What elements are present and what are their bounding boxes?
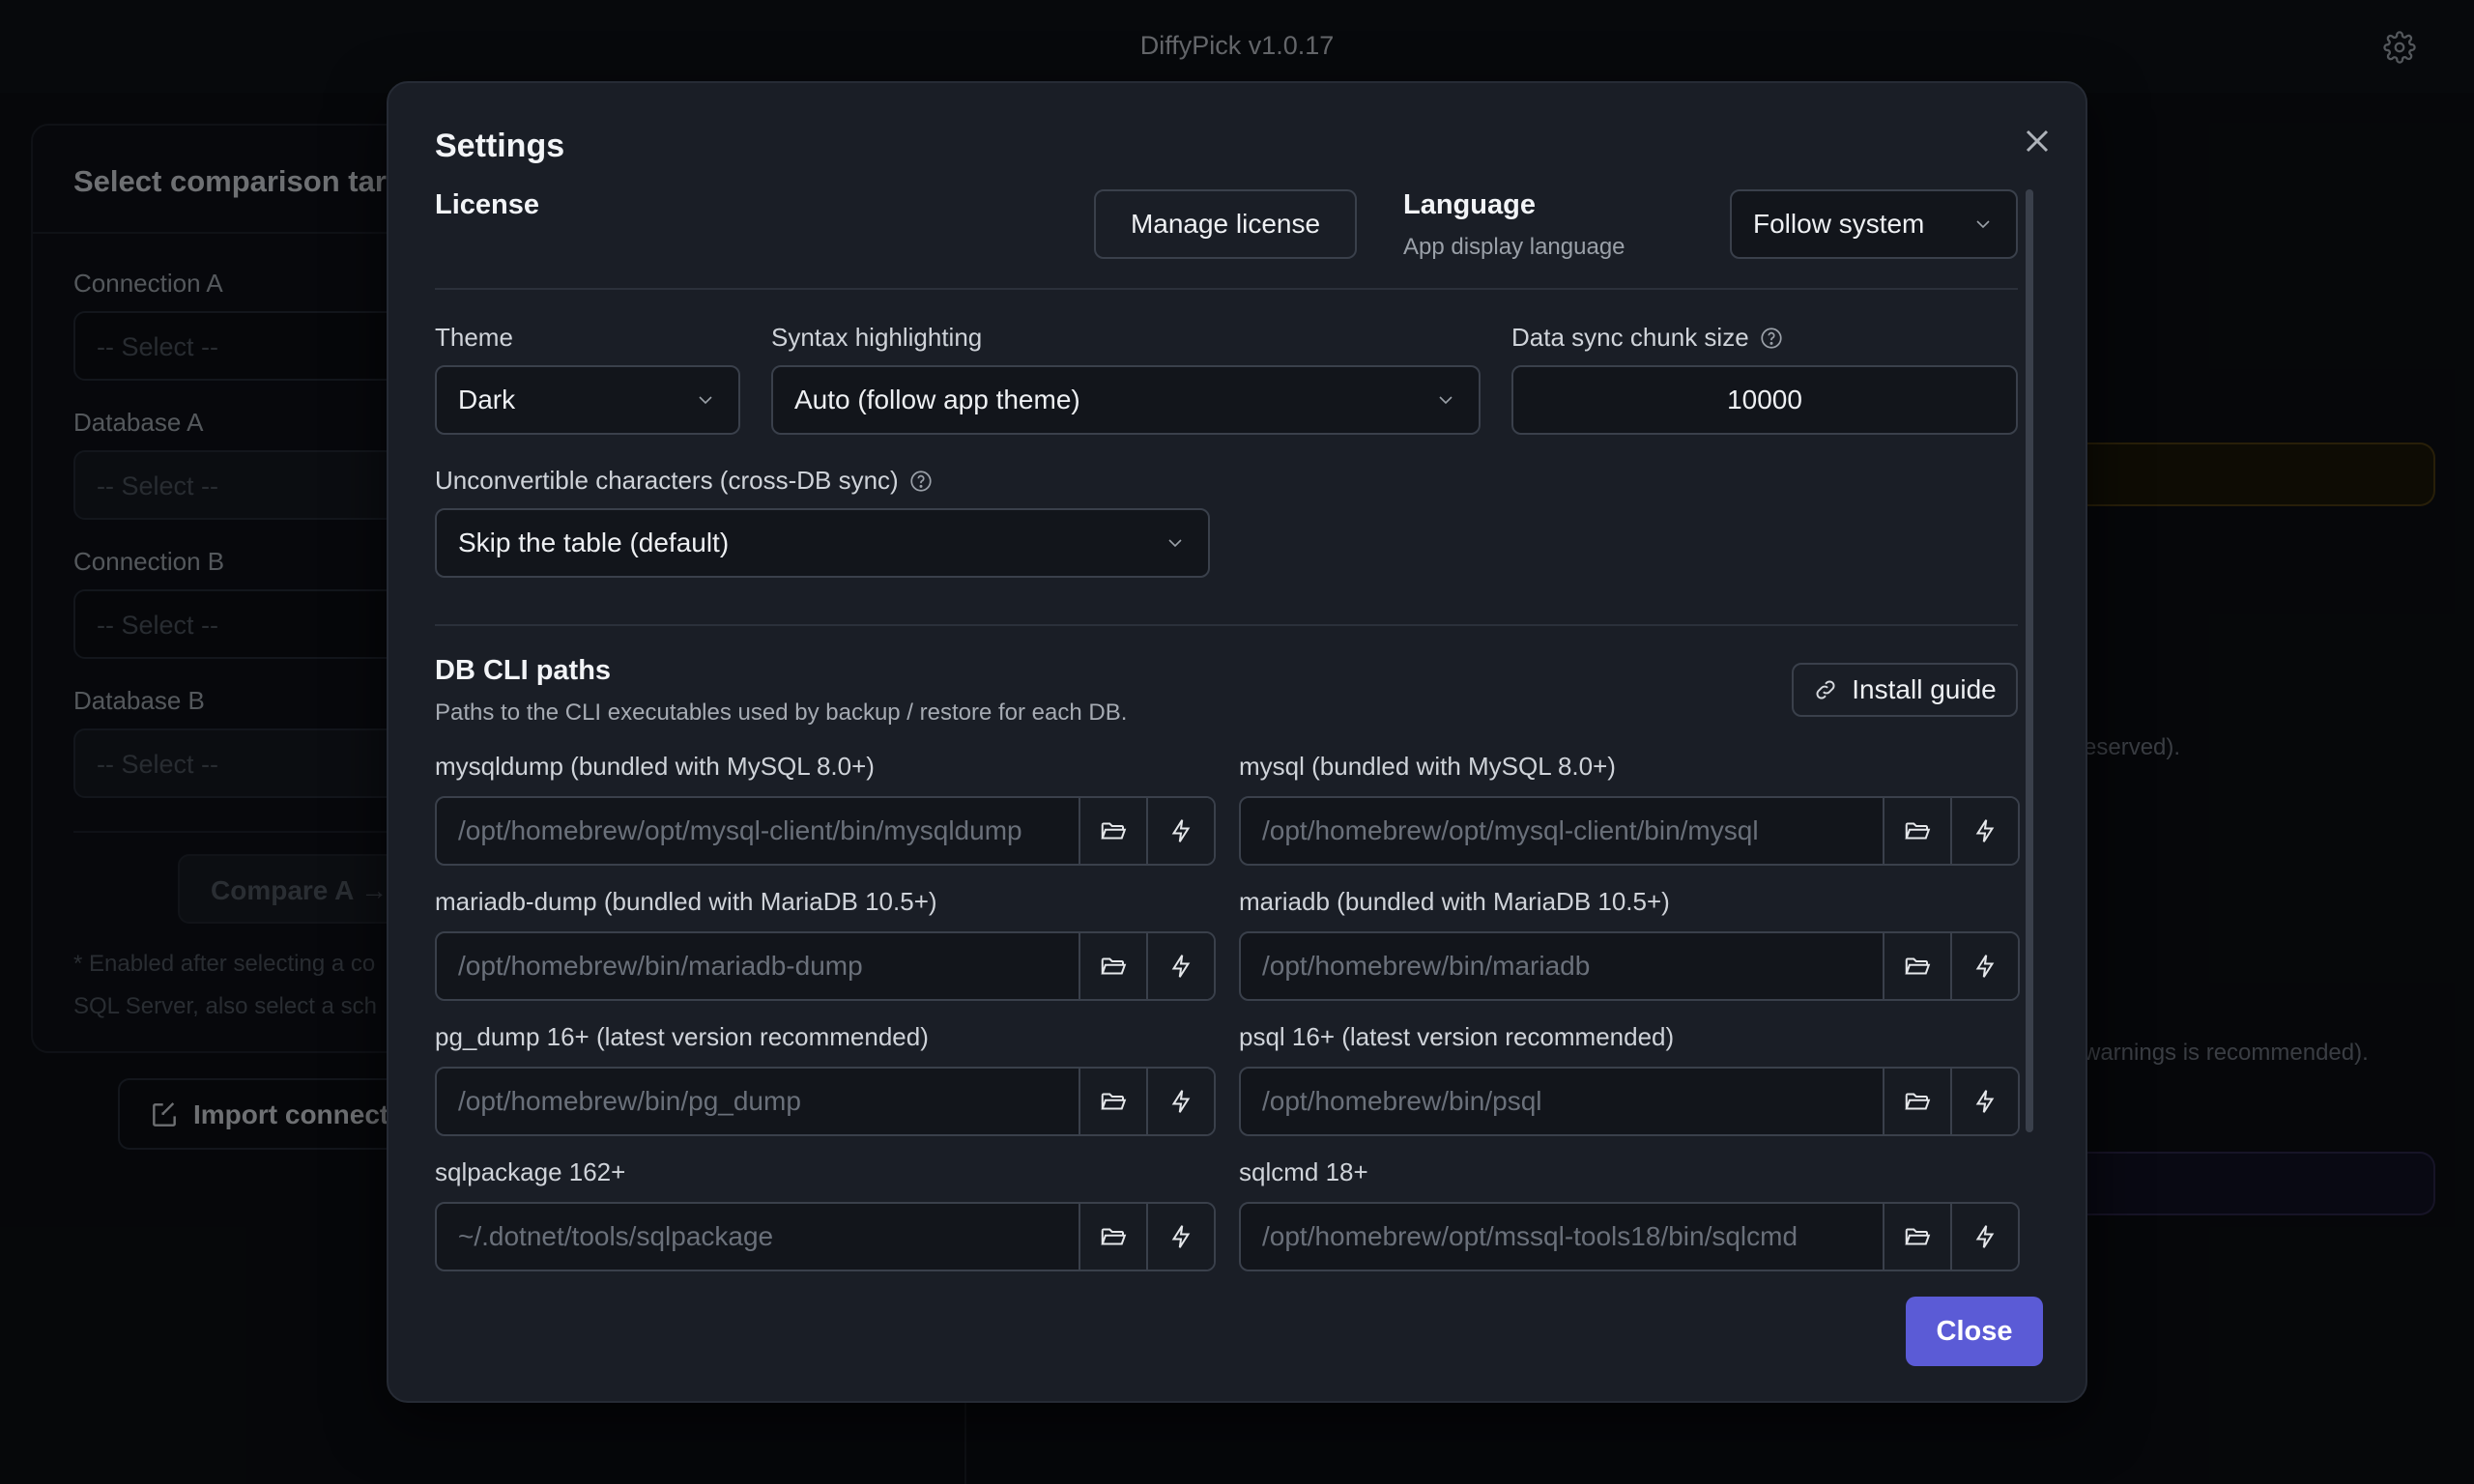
lightning-icon	[1171, 955, 1191, 978]
folder-open-icon	[1905, 1093, 1931, 1110]
pg-dump-path-field: /opt/homebrew/bin/pg_dump	[435, 1067, 1216, 1136]
mariadb-dump-path-field: /opt/homebrew/bin/mariadb-dump	[435, 931, 1216, 1001]
auto-detect-button[interactable]	[1950, 1204, 2018, 1270]
auto-detect-button[interactable]	[1146, 798, 1214, 864]
auto-detect-button[interactable]	[1950, 1069, 2018, 1134]
mysqldump-label: mysqldump (bundled with MySQL 8.0+)	[435, 752, 875, 781]
mariadb-dump-label: mariadb-dump (bundled with MariaDB 10.5+…	[435, 887, 937, 916]
mysqldump-path-input[interactable]: /opt/homebrew/opt/mysql-client/bin/mysql…	[437, 798, 1079, 864]
lightning-icon	[1171, 819, 1191, 842]
unconvertible-label: Unconvertible characters (cross-DB sync)	[435, 466, 934, 496]
psql-path-input[interactable]: /opt/homebrew/bin/psql	[1241, 1069, 1883, 1134]
lightning-icon	[1975, 1090, 1995, 1113]
pg-dump-label: pg_dump 16+ (latest version recommended)	[435, 1022, 929, 1051]
psql-path-field: /opt/homebrew/bin/psql	[1239, 1067, 2020, 1136]
language-sublabel: App display language	[1403, 234, 1625, 260]
language-label: Language	[1403, 189, 1536, 220]
lightning-icon	[1171, 1090, 1191, 1113]
folder-open-icon	[1101, 957, 1127, 975]
chunk-size-input[interactable]: 10000	[1511, 365, 2018, 435]
link-icon	[1816, 680, 1835, 699]
chevron-down-icon	[1439, 396, 1453, 405]
divider	[435, 624, 2018, 626]
chevron-down-icon	[1168, 539, 1182, 548]
manage-license-button[interactable]: Manage license	[1094, 189, 1357, 259]
license-label: License	[435, 189, 539, 220]
sqlcmd-path-input[interactable]: /opt/homebrew/opt/mssql-tools18/bin/sqlc…	[1241, 1204, 1883, 1270]
sqlpackage-path-field: ~/.dotnet/tools/sqlpackage	[435, 1202, 1216, 1271]
install-guide-label: Install guide	[1852, 674, 1997, 704]
settings-modal: Settings License Manage license Language…	[387, 81, 2087, 1403]
syntax-select[interactable]: Auto (follow app theme)	[771, 365, 1481, 435]
sqlpackage-label: sqlpackage 162+	[435, 1157, 626, 1186]
chevron-down-icon	[1976, 220, 1990, 229]
folder-open-icon	[1905, 822, 1931, 840]
browse-button[interactable]	[1079, 1069, 1146, 1134]
sqlpackage-path-input[interactable]: ~/.dotnet/tools/sqlpackage	[437, 1204, 1079, 1270]
auto-detect-button[interactable]	[1950, 933, 2018, 999]
auto-detect-button[interactable]	[1146, 1069, 1214, 1134]
modal-title: Settings	[435, 128, 565, 164]
mysqldump-path-field: /opt/homebrew/opt/mysql-client/bin/mysql…	[435, 796, 1216, 866]
lightning-icon	[1975, 955, 1995, 978]
help-icon[interactable]	[1759, 326, 1784, 351]
folder-open-icon	[1101, 822, 1127, 840]
cli-paths-title: DB CLI paths	[435, 655, 612, 686]
chevron-down-icon	[699, 396, 712, 405]
cli-paths-subtitle: Paths to the CLI executables used by bac…	[435, 699, 1128, 726]
lightning-icon	[1171, 1225, 1191, 1248]
browse-button[interactable]	[1079, 798, 1146, 864]
auto-detect-button[interactable]	[1146, 933, 1214, 999]
sqlcmd-label: sqlcmd 18+	[1239, 1157, 1368, 1186]
browse-button[interactable]	[1079, 1204, 1146, 1270]
scrollbar[interactable]	[2026, 189, 2033, 1132]
pg-dump-path-input[interactable]: /opt/homebrew/bin/pg_dump	[437, 1069, 1079, 1134]
chunk-size-label: Data sync chunk size	[1511, 323, 1784, 353]
mysql-path-input[interactable]: /opt/homebrew/opt/mysql-client/bin/mysql	[1241, 798, 1883, 864]
close-button[interactable]: Close	[1906, 1297, 2043, 1366]
sqlcmd-path-field: /opt/homebrew/opt/mssql-tools18/bin/sqlc…	[1239, 1202, 2020, 1271]
lightning-icon	[1975, 1225, 1995, 1248]
folder-open-icon	[1101, 1228, 1127, 1245]
theme-label: Theme	[435, 323, 513, 352]
mysql-path-field: /opt/homebrew/opt/mysql-client/bin/mysql	[1239, 796, 2020, 866]
divider	[435, 288, 2018, 290]
browse-button[interactable]	[1883, 933, 1950, 999]
folder-open-icon	[1905, 957, 1931, 975]
browse-button[interactable]	[1079, 933, 1146, 999]
browse-button[interactable]	[1883, 798, 1950, 864]
folder-open-icon	[1101, 1093, 1127, 1110]
mariadb-dump-path-input[interactable]: /opt/homebrew/bin/mariadb-dump	[437, 933, 1079, 999]
install-guide-button[interactable]: Install guide	[1792, 663, 2018, 717]
mariadb-path-input[interactable]: /opt/homebrew/bin/mariadb	[1241, 933, 1883, 999]
scrollbar-thumb[interactable]	[2026, 189, 2033, 1132]
psql-label: psql 16+ (latest version recommended)	[1239, 1022, 1675, 1051]
help-icon[interactable]	[908, 469, 934, 494]
auto-detect-button[interactable]	[1950, 798, 2018, 864]
theme-select[interactable]: Dark	[435, 365, 740, 435]
unconvertible-value: Skip the table (default)	[458, 528, 730, 557]
language-select[interactable]: Follow system	[1730, 189, 2018, 259]
browse-button[interactable]	[1883, 1204, 1950, 1270]
syntax-value: Auto (follow app theme)	[794, 385, 1080, 414]
folder-open-icon	[1905, 1228, 1931, 1245]
syntax-label: Syntax highlighting	[771, 323, 983, 352]
mariadb-path-field: /opt/homebrew/bin/mariadb	[1239, 931, 2020, 1001]
browse-button[interactable]	[1883, 1069, 1950, 1134]
close-icon[interactable]	[2018, 122, 2057, 160]
theme-value: Dark	[458, 385, 516, 414]
language-value: Follow system	[1753, 209, 1925, 239]
auto-detect-button[interactable]	[1146, 1204, 1214, 1270]
mysql-label: mysql (bundled with MySQL 8.0+)	[1239, 752, 1616, 781]
unconvertible-select[interactable]: Skip the table (default)	[435, 508, 1210, 578]
lightning-icon	[1975, 819, 1995, 842]
mariadb-label: mariadb (bundled with MariaDB 10.5+)	[1239, 887, 1670, 916]
